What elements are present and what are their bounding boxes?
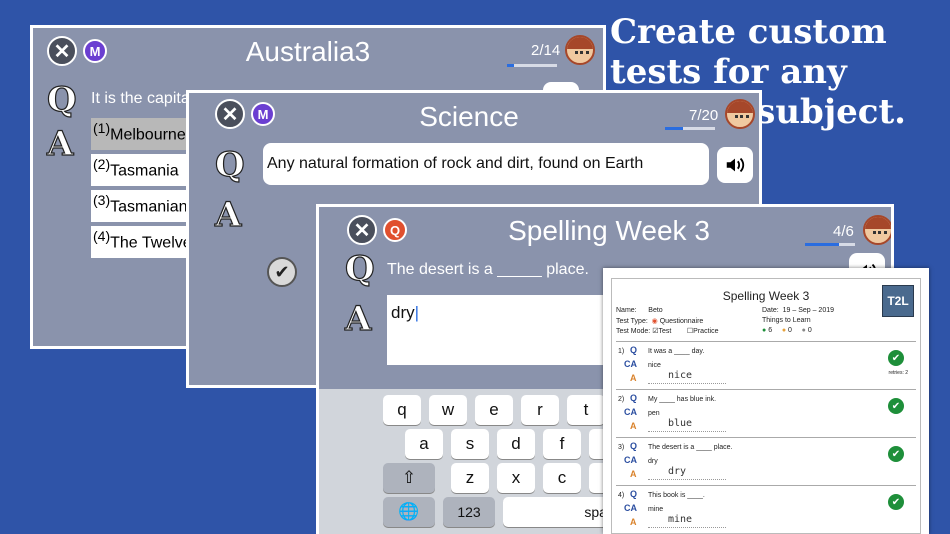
option-3[interactable]: (3)Tasmanian (91, 190, 201, 222)
progress-count: 2/14 (531, 42, 561, 59)
answer-letter: A (344, 298, 372, 339)
key-f[interactable]: f (543, 429, 581, 459)
key-a[interactable]: a (405, 429, 443, 459)
page-title: Science (419, 101, 519, 132)
progress-count: 4/6 (833, 223, 854, 240)
question-text: The desert is a _____ place. (387, 261, 589, 278)
mode-badge: M (251, 102, 275, 126)
wrong-icon: ● (781, 327, 787, 334)
summary-counts: ● 6 ● 0 ● 0 (762, 327, 812, 334)
close-button[interactable]: ✕ (347, 215, 377, 245)
key-r[interactable]: r (521, 395, 559, 425)
speaker-icon (726, 157, 745, 173)
page-title: Spelling Week 3 (508, 215, 710, 246)
correct-icon: ● (762, 327, 767, 334)
check-icon: ✔ (888, 446, 904, 462)
results-report: Spelling Week 3 T2L Name: Beto Date: 19 … (603, 268, 929, 534)
question-letter: Q (344, 248, 375, 289)
answer-letter: A (214, 194, 242, 235)
app-logo: T2L (882, 285, 914, 317)
answer-letter: A (46, 123, 74, 164)
headline-line-2: tests for any (610, 52, 847, 92)
other-icon: ● (801, 327, 806, 334)
test-mode-row: Test Mode: ☑Test ☐Practice (616, 328, 719, 335)
key-q[interactable]: q (383, 395, 421, 425)
close-button[interactable]: ✕ (47, 36, 77, 66)
close-icon: ✕ (53, 40, 71, 63)
handwritten-answer: mine (648, 514, 726, 528)
question-letter: Q (46, 79, 77, 120)
checkmark-icon: ✔ (274, 261, 290, 282)
progress-bar (507, 64, 557, 67)
option-2[interactable]: (2)Tasmania (91, 154, 201, 186)
check-icon: ✔ (888, 494, 904, 510)
check-answer-button[interactable]: ✔ (267, 257, 297, 287)
mode-badge: Q (383, 218, 407, 242)
progress-bar (665, 127, 715, 130)
question-box: Any natural formation of rock and dirt, … (263, 143, 709, 185)
close-icon: ✕ (353, 219, 371, 242)
key-e[interactable]: e (475, 395, 513, 425)
numbers-key[interactable]: 123 (443, 497, 495, 527)
name-row: Name: Beto (616, 307, 663, 314)
key-d[interactable]: d (497, 429, 535, 459)
option-4[interactable]: (4)The Twelve (91, 226, 201, 258)
key-w[interactable]: w (429, 395, 467, 425)
things-label: Things to Learn (762, 317, 811, 324)
check-icon: ✔ (888, 398, 904, 414)
key-t[interactable]: t (567, 395, 605, 425)
option-1[interactable]: (1)Melbourne (91, 118, 201, 150)
key-s[interactable]: s (451, 429, 489, 459)
test-type-row: Test Type: ◉ Questionnaire (616, 318, 704, 325)
date-row: Date: 19 – Sep – 2019 (762, 307, 835, 314)
page-title: Australia3 (245, 36, 371, 67)
report-item: 3) Q CA A The desert is a ____ place. dry d… (616, 437, 916, 485)
speaker-button[interactable] (717, 147, 753, 183)
report-title: Spelling Week 3 (722, 289, 810, 303)
globe-key[interactable]: 🌐 (383, 497, 435, 527)
avatar[interactable] (565, 35, 595, 65)
question-letter: Q (214, 144, 245, 185)
headline-line-1: Create custom (610, 12, 887, 52)
close-icon: ✕ (221, 103, 239, 126)
globe-icon: 🌐 (398, 502, 420, 521)
shift-key[interactable]: ⇧ (383, 463, 435, 493)
report-item: 4) Q CA A This book is ____. mine mine ✔ (616, 485, 916, 533)
report-item: 2) Q CA A My ____ has blue ink. pen blue ✔ (616, 389, 916, 437)
handwritten-answer: dry (648, 466, 726, 480)
progress-bar (805, 243, 855, 246)
progress-count: 7/20 (689, 107, 719, 124)
avatar[interactable] (725, 99, 755, 129)
check-icon: ✔ (888, 350, 904, 366)
handwritten-answer: nice (648, 370, 726, 384)
handwritten-answer: blue (648, 418, 726, 432)
mode-badge: M (83, 39, 107, 63)
key-c[interactable]: c (543, 463, 581, 493)
key-z[interactable]: z (451, 463, 489, 493)
shift-icon: ⇧ (401, 468, 417, 487)
report-item: 1) Q CA A It was a ____ day. nice nice ✔ re… (616, 341, 916, 389)
avatar[interactable] (863, 215, 891, 245)
close-button[interactable]: ✕ (215, 99, 245, 129)
key-x[interactable]: x (497, 463, 535, 493)
